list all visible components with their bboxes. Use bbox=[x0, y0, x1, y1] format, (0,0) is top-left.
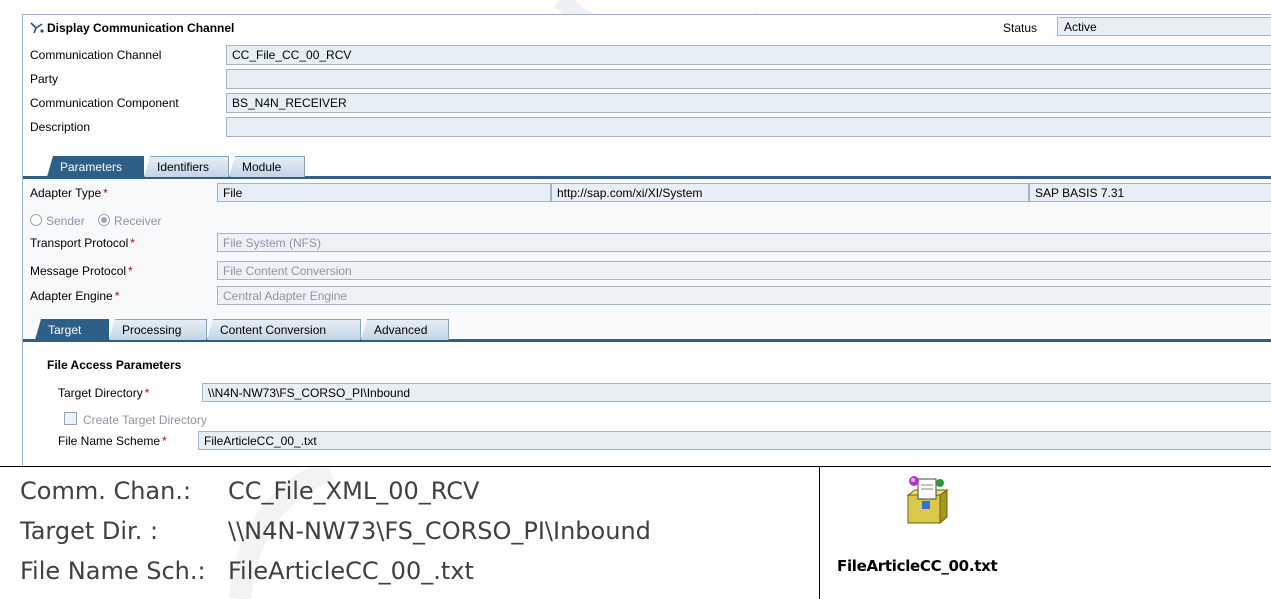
target-directory-field[interactable]: \\N4N-NW73\FS_CORSO_PI\Inbound bbox=[202, 383, 1271, 402]
required-marker: * bbox=[103, 186, 108, 200]
required-marker: * bbox=[130, 236, 135, 250]
direction-radio-group: Sender Receiver bbox=[30, 214, 161, 228]
adapter-type-label: Adapter Type * bbox=[30, 186, 108, 200]
archive-file-icon[interactable] bbox=[900, 473, 950, 525]
communication-component-field[interactable]: BS_N4N_RECEIVER bbox=[226, 93, 1271, 113]
row-communication-channel: Communication Channel CC_File_CC_00_RCV bbox=[23, 43, 1271, 67]
adapter-type-field[interactable]: File bbox=[217, 183, 551, 202]
required-marker: * bbox=[162, 434, 167, 448]
transport-protocol-label: Transport Protocol * bbox=[30, 236, 135, 250]
adapter-type-label-text: Adapter Type bbox=[30, 186, 102, 200]
sap-channel-panel: Display Communication Channel Status Act… bbox=[22, 14, 1271, 467]
message-protocol-label-text: Message Protocol bbox=[30, 264, 127, 278]
row-communication-component: Communication Component BS_N4N_RECEIVER bbox=[23, 91, 1271, 115]
adapter-engine-label-text: Adapter Engine bbox=[30, 289, 113, 303]
file-name-scheme-label: File Name Scheme * bbox=[58, 434, 167, 448]
row-description: Description bbox=[23, 115, 1271, 139]
create-target-directory-checkbox[interactable] bbox=[64, 412, 77, 425]
row-party: Party bbox=[23, 67, 1271, 91]
status-field: Active bbox=[1057, 17, 1271, 36]
communication-channel-label: Communication Channel bbox=[30, 48, 162, 62]
row-message-protocol: Message Protocol * File Content Conversio… bbox=[23, 260, 1271, 282]
tab-parameters[interactable]: Parameters bbox=[47, 156, 144, 177]
file-name-scheme-label-text: File Name Scheme bbox=[58, 434, 161, 448]
sub-tabstrip: Target Processing Content Conversion Adv… bbox=[23, 315, 1271, 342]
required-marker: * bbox=[144, 386, 150, 400]
file-name-scheme-field[interactable]: FileArticleCC_00_.txt bbox=[198, 431, 1271, 450]
tab-identifiers[interactable]: Identifiers bbox=[144, 156, 229, 177]
required-marker: * bbox=[114, 289, 120, 303]
create-target-directory-label: Create Target Directory bbox=[83, 413, 207, 427]
tab-target[interactable]: Target bbox=[35, 319, 109, 340]
status-label: Status bbox=[1003, 21, 1038, 35]
file-access-section-title: File Access Parameters bbox=[47, 358, 182, 372]
receiver-label: Receiver bbox=[114, 214, 162, 228]
page-title: Display Communication Channel bbox=[47, 21, 235, 35]
summary-value: CC_File_XML_00_RCV bbox=[228, 477, 480, 505]
communication-channel-field[interactable]: CC_File_CC_00_RCV bbox=[226, 45, 1271, 65]
summary-value: FileArticleCC_00_.txt bbox=[228, 557, 474, 585]
adapter-engine-label: Adapter Engine * bbox=[30, 289, 119, 303]
adapter-namespace-field[interactable]: http://sap.com/xi/XI/System bbox=[551, 183, 1029, 202]
title-bar: Display Communication Channel Status Act… bbox=[23, 15, 1271, 41]
row-file-name-scheme: File Name Scheme * FileArticleCC_00_.txt bbox=[23, 430, 1271, 452]
create-target-directory-row: Create Target Directory bbox=[64, 412, 207, 427]
output-file-name[interactable]: FileArticleCC_00.txt bbox=[837, 557, 998, 575]
transport-protocol-label-text: Transport Protocol bbox=[30, 236, 129, 250]
receiver-radio[interactable] bbox=[98, 214, 111, 226]
message-protocol-label: Message Protocol * bbox=[30, 264, 133, 278]
summary-box: Comm. Chan.: CC_File_XML_00_RCV Target D… bbox=[0, 466, 820, 599]
adapter-release-field[interactable]: SAP BASIS 7.31 bbox=[1029, 183, 1271, 202]
main-tabstrip: Parameters Identifiers Module bbox=[23, 152, 1271, 179]
required-marker: * bbox=[128, 264, 133, 278]
row-adapter-engine: Adapter Engine * Central Adapter Engine bbox=[23, 285, 1271, 307]
output-file-box: FileArticleCC_00.txt bbox=[820, 466, 1271, 599]
tab-content-conversion[interactable]: Content Conversion bbox=[207, 319, 361, 340]
party-label: Party bbox=[30, 72, 59, 86]
party-field[interactable] bbox=[226, 69, 1271, 89]
target-directory-label: Target Directory * bbox=[58, 386, 149, 400]
message-protocol-field[interactable]: File Content Conversion bbox=[217, 261, 1271, 280]
communication-component-label: Communication Component bbox=[30, 96, 179, 110]
tab-module[interactable]: Module bbox=[229, 156, 305, 177]
summary-key: File Name Sch.: bbox=[20, 557, 206, 585]
row-transport-protocol: Transport Protocol * File System (NFS) bbox=[23, 232, 1271, 254]
summary-value: \\N4N-NW73\FS_CORSO_PI\Inbound bbox=[228, 517, 651, 545]
row-adapter-type: Adapter Type * File http://sap.com/xi/XI/… bbox=[23, 182, 1271, 204]
tab-advanced[interactable]: Advanced bbox=[361, 319, 449, 340]
target-directory-label-text: Target Directory bbox=[58, 386, 143, 400]
summary-key: Comm. Chan.: bbox=[20, 477, 192, 505]
description-field[interactable] bbox=[226, 117, 1271, 137]
sender-label: Sender bbox=[46, 214, 85, 228]
description-label: Description bbox=[30, 120, 91, 134]
tab-processing[interactable]: Processing bbox=[109, 319, 207, 340]
adapter-engine-field[interactable]: Central Adapter Engine bbox=[217, 286, 1271, 305]
communication-channel-icon bbox=[30, 22, 44, 34]
sender-radio[interactable] bbox=[30, 214, 42, 226]
summary-key: Target Dir. : bbox=[20, 517, 159, 545]
transport-protocol-field[interactable]: File System (NFS) bbox=[217, 233, 1271, 252]
row-target-directory: Target Directory * \\N4N-NW73\FS_CORSO_PI… bbox=[23, 382, 1271, 404]
